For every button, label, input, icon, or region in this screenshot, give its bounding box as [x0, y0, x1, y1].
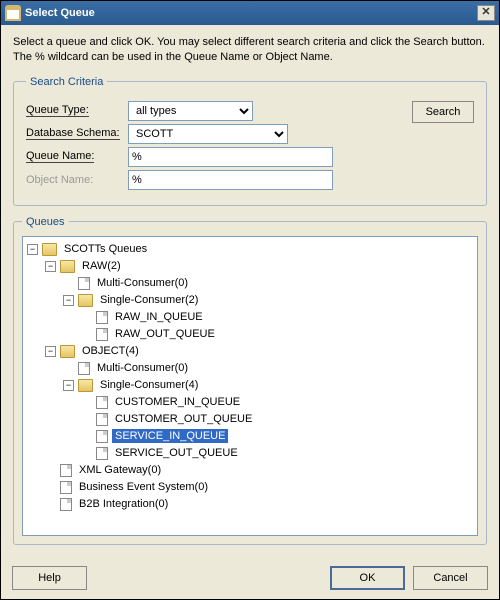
tree-item-selected[interactable]: SERVICE_IN_QUEUE	[81, 428, 473, 445]
tree-item[interactable]: CUSTOMER_OUT_QUEUE	[81, 411, 473, 428]
search-button[interactable]: Search	[412, 101, 474, 123]
tree-xml[interactable]: XML Gateway(0)	[45, 462, 473, 479]
queue-name-label: Queue Name:	[26, 150, 128, 163]
object-name-input[interactable]	[128, 170, 333, 190]
tree-object[interactable]: −OBJECT(4)	[45, 343, 473, 360]
collapse-icon[interactable]: −	[63, 380, 74, 391]
tree-b2b[interactable]: B2B Integration(0)	[45, 496, 473, 513]
search-criteria-group: Search Criteria Queue Type: all types Se…	[13, 76, 487, 206]
file-icon	[78, 362, 90, 375]
queue-name-input[interactable]	[128, 147, 333, 167]
search-criteria-legend: Search Criteria	[26, 76, 107, 88]
queues-group: Queues −SCOTTs Queues −RAW(2) Multi-Cons…	[13, 216, 487, 545]
tree-raw-single[interactable]: −Single-Consumer(2)	[63, 292, 473, 309]
window-title: Select Queue	[25, 7, 477, 19]
cancel-button[interactable]: Cancel	[413, 566, 488, 590]
tree-item[interactable]: RAW_IN_QUEUE	[81, 309, 473, 326]
instructions-text: Select a queue and click OK. You may sel…	[13, 35, 487, 66]
folder-open-icon	[78, 294, 93, 307]
folder-open-icon	[60, 260, 75, 273]
file-icon	[78, 277, 90, 290]
collapse-icon[interactable]: −	[27, 244, 38, 255]
queue-type-select[interactable]: all types	[128, 101, 253, 121]
tree-item[interactable]: RAW_OUT_QUEUE	[81, 326, 473, 343]
file-icon	[96, 328, 108, 341]
close-icon[interactable]: ✕	[477, 5, 495, 21]
app-icon	[5, 5, 21, 21]
tree-raw[interactable]: −RAW(2)	[45, 258, 473, 275]
collapse-icon[interactable]: −	[63, 295, 74, 306]
tree-raw-multi[interactable]: Multi-Consumer(0)	[63, 275, 473, 292]
file-icon	[96, 447, 108, 460]
db-schema-label: Database Schema:	[26, 127, 128, 140]
folder-open-icon	[78, 379, 93, 392]
tree-item[interactable]: SERVICE_OUT_QUEUE	[81, 445, 473, 462]
db-schema-select[interactable]: SCOTT	[128, 124, 288, 144]
ok-button[interactable]: OK	[330, 566, 405, 590]
file-icon	[96, 396, 108, 409]
tree-bes[interactable]: Business Event System(0)	[45, 479, 473, 496]
file-icon	[60, 481, 72, 494]
tree-item[interactable]: CUSTOMER_IN_QUEUE	[81, 394, 473, 411]
folder-open-icon	[60, 345, 75, 358]
file-icon	[60, 498, 72, 511]
queue-type-label: Queue Type:	[26, 104, 128, 117]
tree-object-multi[interactable]: Multi-Consumer(0)	[63, 360, 473, 377]
queues-legend: Queues	[22, 216, 69, 228]
tree-root[interactable]: −SCOTTs Queues	[27, 241, 473, 258]
folder-open-icon	[42, 243, 57, 256]
file-icon	[60, 464, 72, 477]
file-icon	[96, 311, 108, 324]
collapse-icon[interactable]: −	[45, 346, 56, 357]
file-icon	[96, 430, 108, 443]
queues-tree[interactable]: −SCOTTs Queues −RAW(2) Multi-Consumer(0)…	[22, 236, 478, 536]
title-bar: Select Queue ✕	[1, 1, 499, 25]
tree-object-single[interactable]: −Single-Consumer(4)	[63, 377, 473, 394]
object-name-label: Object Name:	[26, 174, 128, 186]
button-bar: Help OK Cancel	[12, 566, 488, 590]
file-icon	[96, 413, 108, 426]
collapse-icon[interactable]: −	[45, 261, 56, 272]
help-button[interactable]: Help	[12, 566, 87, 590]
